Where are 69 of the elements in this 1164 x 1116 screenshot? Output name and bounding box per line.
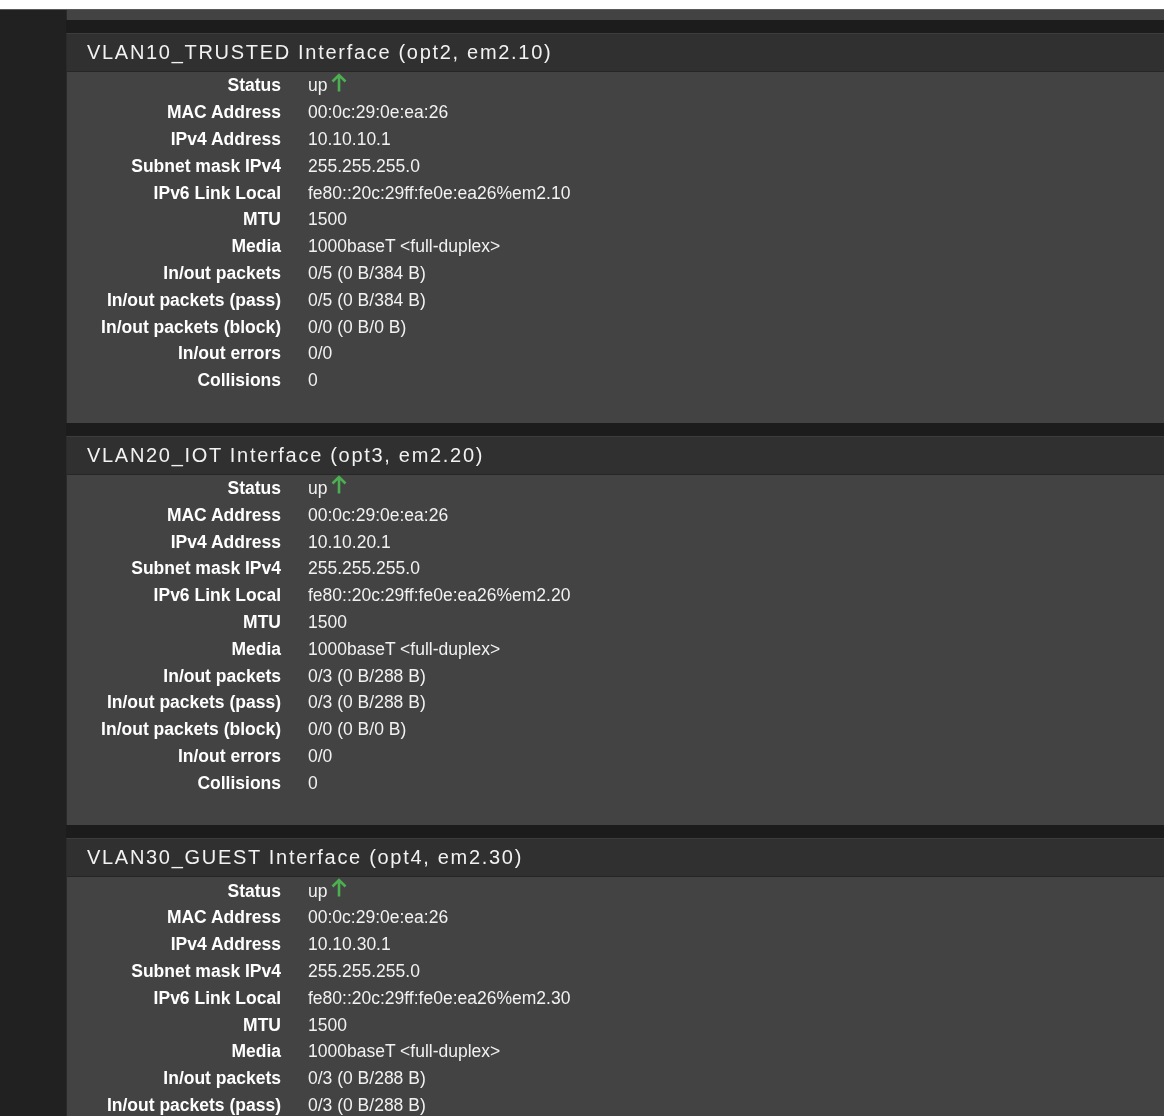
- field-value: 10.10.20.1: [308, 530, 391, 553]
- field-value: 00:0c:29:0e:ea:26: [308, 101, 449, 124]
- field-label: Status: [227, 879, 281, 902]
- field-label: In/out packets (block): [101, 718, 281, 741]
- field-value: fe80::20c:29ff:fe0e:ea26%em2.10: [308, 181, 571, 204]
- field-value: 0/5 (0 B/384 B): [308, 261, 426, 284]
- field-label: Status: [227, 74, 281, 97]
- field-label: Subnet mask IPv4: [131, 557, 281, 580]
- field-label: Collisions: [197, 771, 281, 794]
- field-label: In/out packets (pass): [106, 691, 281, 714]
- field-label: In/out packets (block): [101, 315, 281, 338]
- field-value: 0/0 (0 B/0 B): [308, 718, 407, 741]
- field-value: 255.255.255.0: [308, 557, 420, 580]
- field-label: In/out packets: [163, 261, 281, 284]
- field-label: In/out packets (pass): [106, 288, 281, 311]
- field-value: 255.255.255.0: [308, 959, 420, 982]
- field-label: IPv6 Link Local: [153, 181, 281, 204]
- field-value: 0: [308, 369, 318, 392]
- panel-title: VLAN30_GUEST Interface (opt4, em2.30): [87, 846, 524, 870]
- field-label: Media: [231, 235, 281, 258]
- field-label: Collisions: [197, 369, 281, 392]
- field-value: 0/3 (0 B/288 B): [308, 691, 426, 714]
- field-value: 1000baseT <full-duplex>: [308, 637, 501, 660]
- panel-title: VLAN20_IOT Interface (opt3, em2.20): [87, 443, 485, 467]
- field-label: IPv6 Link Local: [153, 584, 281, 607]
- field-value: 0/3 (0 B/288 B): [308, 664, 426, 687]
- field-label: Status: [227, 476, 281, 499]
- field-value: 0/3 (0 B/288 B): [308, 1067, 426, 1090]
- field-value: 1500: [308, 208, 347, 231]
- field-label: MTU: [243, 208, 281, 231]
- field-label: In/out errors: [177, 342, 281, 365]
- field-value: up: [308, 476, 328, 499]
- field-value: 1500: [308, 610, 347, 633]
- field-value: 0/0: [308, 744, 333, 767]
- field-label: IPv4 Address: [170, 530, 281, 553]
- field-label: MAC Address: [166, 503, 281, 526]
- field-label: Subnet mask IPv4: [131, 154, 281, 177]
- field-label: MTU: [243, 1013, 281, 1036]
- field-label: Media: [231, 637, 281, 660]
- field-label: MTU: [243, 610, 281, 633]
- field-value: 255.255.255.0: [308, 154, 420, 177]
- field-label: IPv6 Link Local: [153, 986, 281, 1009]
- field-label: MAC Address: [166, 101, 281, 124]
- field-value: 00:0c:29:0e:ea:26: [308, 906, 449, 929]
- field-label: Media: [231, 1040, 281, 1063]
- field-value: 0/5 (0 B/384 B): [308, 288, 426, 311]
- field-value: 0/0 (0 B/0 B): [308, 315, 407, 338]
- field-value: 1000baseT <full-duplex>: [308, 235, 501, 258]
- field-value: up: [308, 74, 328, 97]
- field-value: 1500: [308, 1013, 347, 1036]
- field-value: 10.10.30.1: [308, 933, 391, 956]
- field-label: IPv4 Address: [170, 933, 281, 956]
- field-label: In/out packets: [163, 1067, 281, 1090]
- field-value: 00:0c:29:0e:ea:26: [308, 503, 449, 526]
- field-value: 0: [308, 771, 318, 794]
- field-label: In/out errors: [177, 744, 281, 767]
- field-label: In/out packets (pass): [106, 1093, 281, 1116]
- field-value: fe80::20c:29ff:fe0e:ea26%em2.30: [308, 986, 571, 1009]
- field-value: 0/3 (0 B/288 B): [308, 1093, 426, 1116]
- field-value: up: [308, 879, 328, 902]
- field-value: 10.10.10.1: [308, 128, 391, 150]
- field-value: 1000baseT <full-duplex>: [308, 1040, 501, 1063]
- field-value: fe80::20c:29ff:fe0e:ea26%em2.20: [308, 584, 571, 607]
- panel-title: VLAN10_TRUSTED Interface (opt2, em2.10): [87, 41, 553, 64]
- field-label: In/out packets: [163, 664, 281, 687]
- field-label: MAC Address: [166, 906, 281, 929]
- field-label: Subnet mask IPv4: [131, 959, 281, 982]
- field-value: 0/0: [308, 342, 333, 365]
- field-label: IPv4 Address: [170, 128, 281, 150]
